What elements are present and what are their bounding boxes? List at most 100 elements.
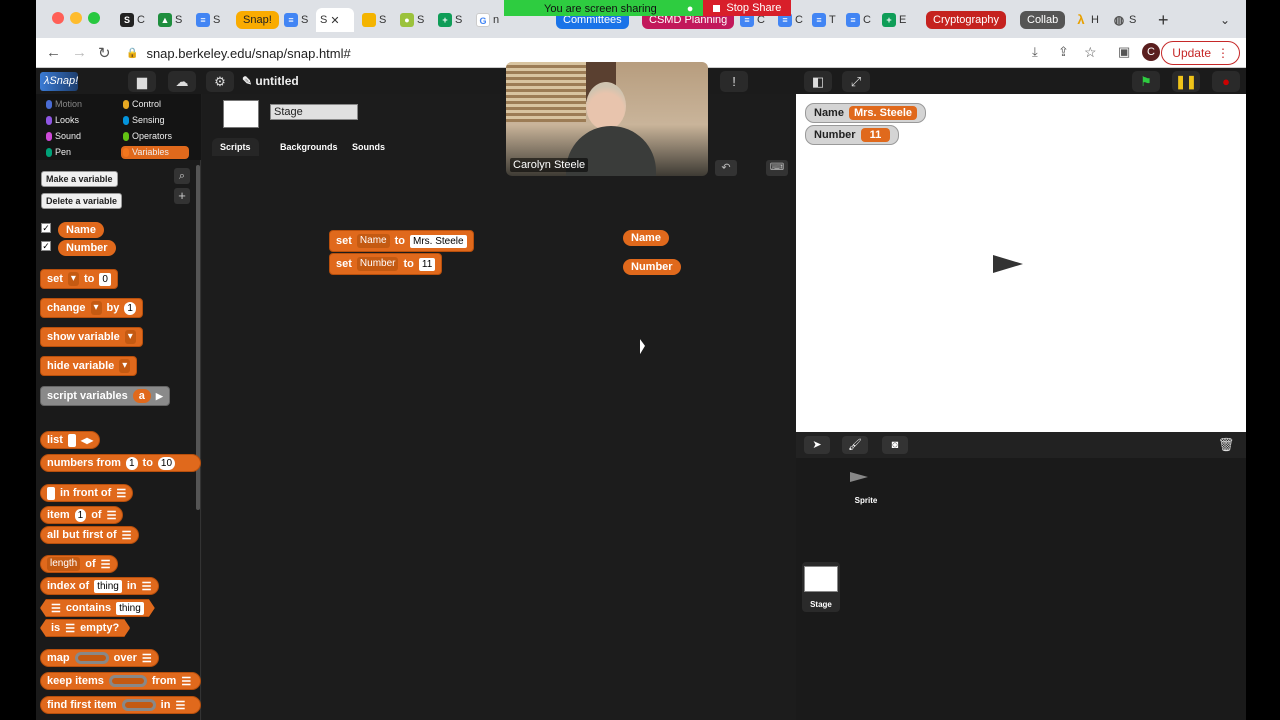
category-sensing[interactable]: Sensing [121, 114, 191, 127]
variable-checkbox[interactable]: ✓ [41, 223, 51, 233]
arrow-right-icon[interactable]: ▶ [156, 391, 163, 402]
back-icon[interactable]: ← [46, 44, 61, 61]
free-reporter-number[interactable]: Number [623, 259, 681, 275]
find-first-item-block[interactable]: find first item in ☰ [40, 696, 201, 714]
stop-sign-icon[interactable]: ● [1212, 71, 1240, 92]
set-number-block[interactable]: set Number to 11 [329, 253, 443, 275]
minimize-window-button[interactable] [70, 12, 82, 24]
make-variable-button[interactable]: Make a variable [41, 171, 118, 187]
forward-icon[interactable]: → [72, 44, 87, 61]
fullscreen-icon[interactable]: ⤢ [842, 71, 870, 92]
input-slot[interactable]: Mrs. Steele [409, 234, 467, 248]
set-name-block[interactable]: set Name to Mrs. Steele [329, 230, 474, 252]
watcher-name[interactable]: Name Mrs. Steele [805, 103, 927, 123]
category-motion[interactable]: Motion [44, 98, 114, 111]
map-block[interactable]: map over ☰ [40, 649, 159, 667]
all-but-first-block[interactable]: all but first of ☰ [40, 526, 139, 544]
unused-blocks-icon[interactable]: ! [720, 71, 748, 92]
item-of-block[interactable]: item 1 of ☰ [40, 506, 124, 524]
dropdown-arrow[interactable]: ▾ [90, 301, 102, 315]
contains-block[interactable]: ☰ contains thing [40, 599, 155, 617]
input-slot[interactable]: 1 [124, 301, 136, 315]
close-icon[interactable]: ✕ [330, 14, 339, 27]
share-icon[interactable]: ⇪ [1058, 44, 1069, 60]
keyboard-icon[interactable]: ⌨ [766, 160, 788, 176]
tab-sounds[interactable]: Sounds [346, 138, 391, 156]
tab-group-crypto[interactable]: Cryptography [922, 8, 1010, 32]
is-empty-block[interactable]: is ☰ empty? [40, 619, 130, 637]
sidebar-icon[interactable]: ▣ [1118, 44, 1130, 60]
pause-icon[interactable]: ❚❚ [1172, 71, 1200, 92]
input-slot[interactable]: thing [116, 602, 144, 615]
browser-tab[interactable]: ≡ C [842, 8, 875, 32]
dropdown[interactable]: length [47, 557, 81, 571]
sprite-arrow-icon[interactable] [993, 255, 1023, 273]
maximize-window-button[interactable] [88, 12, 100, 24]
browser-tab[interactable]: ● S [396, 8, 428, 32]
delete-variable-button[interactable]: Delete a variable [41, 193, 123, 209]
file-icon[interactable]: ▆ [128, 71, 156, 92]
camera-icon[interactable]: ◙ [882, 436, 908, 454]
turtle-icon[interactable]: ➤ [804, 436, 830, 454]
category-operators[interactable]: Operators [121, 130, 191, 143]
input-slot[interactable] [67, 433, 76, 447]
list-block[interactable]: list ◀▶ [40, 431, 101, 449]
close-window-button[interactable] [52, 12, 64, 24]
sprite-thumbnail[interactable] [223, 100, 259, 128]
new-tab-button[interactable]: + [1154, 8, 1173, 32]
browser-tab[interactable]: S [358, 8, 390, 32]
url-field[interactable]: 🔒 snap.berkeley.edu/snap/snap.html# [126, 42, 926, 64]
dropdown-arrow[interactable]: ▾ [124, 330, 136, 344]
browser-tab[interactable]: ≡ S [280, 8, 312, 32]
input-slot[interactable]: thing [94, 579, 122, 593]
profile-avatar[interactable]: C [1142, 43, 1160, 61]
stage-icon[interactable]: Stage [802, 562, 840, 612]
ring-slot[interactable] [121, 699, 156, 711]
variable-checkbox[interactable]: ✓ [41, 241, 51, 251]
browser-tab[interactable]: ≡ S [192, 8, 224, 32]
category-looks[interactable]: Looks [44, 114, 114, 127]
numbers-from-block[interactable]: numbers from 1 to 10 [40, 454, 201, 472]
category-sound[interactable]: Sound [44, 130, 114, 143]
tab-backgrounds[interactable]: Backgrounds [274, 138, 344, 156]
input-slot[interactable]: 10 [157, 456, 176, 470]
stage-size-icon[interactable]: ◧ [804, 71, 832, 92]
tab-group-collab[interactable]: Collab [1016, 8, 1069, 32]
hide-variable-block[interactable]: hide variable ▾ [40, 356, 138, 376]
install-icon[interactable]: ⤓ [1032, 44, 1038, 60]
script-variables-block[interactable]: script variables a ▶ [40, 386, 170, 406]
ring-slot[interactable] [108, 675, 147, 687]
browser-tab-active[interactable]: S ✕ [316, 8, 354, 32]
variable-reporter[interactable]: a [132, 389, 151, 403]
browser-tab[interactable]: + E [878, 8, 910, 32]
reload-icon[interactable]: ↻ [98, 44, 111, 62]
variable-reporter-name[interactable]: Name [58, 222, 104, 238]
ring-slot[interactable] [74, 652, 109, 664]
input-slot[interactable]: 1 [125, 456, 138, 470]
stage[interactable]: Name Mrs. Steele Number 11 [796, 94, 1246, 432]
browser-tab[interactable]: Gn [472, 8, 503, 32]
browser-tab[interactable]: SC [116, 8, 149, 32]
input-slot[interactable]: 11 [418, 257, 436, 271]
trash-icon[interactable]: 🗑 [1216, 436, 1236, 454]
tab-scripts[interactable]: Scripts [212, 138, 259, 156]
snap-logo[interactable]: λSnap! [40, 72, 78, 91]
variable-dropdown[interactable]: Name [356, 234, 390, 248]
input-slot[interactable]: 0 [99, 272, 111, 286]
gear-icon[interactable]: ⚙ [206, 71, 234, 92]
category-pen[interactable]: Pen [44, 146, 114, 159]
scripting-area[interactable]: Stage Scripts Backgrounds Sounds ↶ ⌨ set… [202, 94, 796, 720]
variable-reporter-number[interactable]: Number [58, 240, 116, 256]
browser-tab[interactable]: λH [1070, 8, 1103, 32]
show-variable-block[interactable]: show variable ▾ [40, 327, 143, 347]
dropdown-arrow[interactable]: ▾ [119, 359, 131, 373]
input-slot[interactable]: 1 [74, 508, 87, 522]
update-button[interactable]: Update ⋮ [1161, 41, 1240, 65]
tab-group-snap[interactable]: Snap! [232, 8, 283, 32]
category-control[interactable]: Control [121, 98, 191, 111]
index-of-block[interactable]: index of thing in ☰ [40, 577, 159, 595]
sprite-icon[interactable]: Sprite [844, 470, 888, 508]
arrows-icon[interactable]: ◀▶ [81, 436, 93, 445]
green-flag-icon[interactable]: ⚑ [1132, 71, 1160, 92]
category-variables[interactable]: Variables [121, 146, 189, 159]
